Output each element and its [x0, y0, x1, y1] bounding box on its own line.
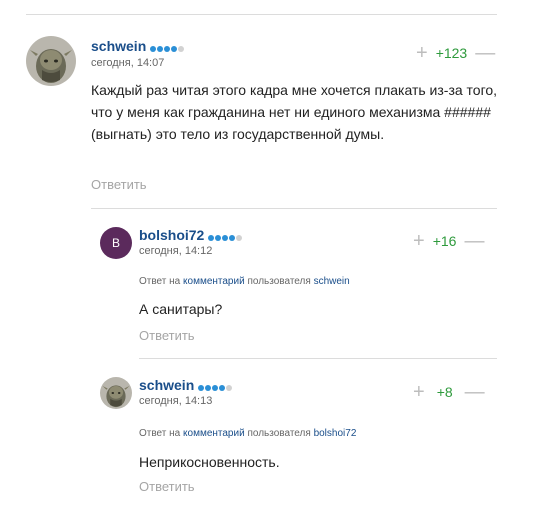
comment-score: +8 [436, 384, 453, 400]
comment-text: Неприкосновенность. [139, 454, 280, 470]
downvote-button[interactable]: — [475, 43, 495, 63]
rating-dot [150, 45, 157, 52]
rating-dot [219, 384, 226, 391]
comment-author[interactable]: bolshoi72 [139, 227, 243, 244]
avatar-letter: B [111, 236, 120, 250]
reply-mid: пользователя [247, 428, 311, 439]
parent-user-link[interactable]: bolshoi72 [314, 428, 357, 439]
author-name[interactable]: bolshoi72 [139, 227, 204, 243]
reply-prefix: Ответ на [139, 428, 181, 439]
rating-dot [226, 384, 233, 391]
upvote-button[interactable]: + [416, 43, 428, 63]
reply-button[interactable]: Ответить [91, 177, 147, 192]
upvote-button[interactable]: + [413, 382, 425, 402]
comment-divider [139, 358, 497, 359]
upvote-button[interactable]: + [413, 231, 425, 251]
comment-reply: B bolshoi72 сегодня, 14:12 + +16 — Ответ… [0, 210, 533, 360]
author-name[interactable]: schwein [139, 377, 194, 393]
reply-mid: пользователя [247, 276, 311, 287]
reply-prefix: Ответ на [139, 276, 181, 287]
rating-dots [208, 228, 243, 244]
comment-text: Каждый раз читая этого кадра мне хочется… [91, 82, 498, 142]
rating-dots [150, 39, 185, 55]
comment-text: А санитары? [139, 301, 223, 317]
vote-controls: + +16 — [413, 231, 484, 251]
author-name[interactable]: schwein [91, 38, 146, 54]
rating-dot [222, 234, 229, 241]
comment-time: сегодня, 14:12 [139, 245, 213, 257]
rating-dot [205, 384, 212, 391]
avatar[interactable] [100, 377, 132, 409]
comment-score: +16 [432, 233, 457, 249]
reply-to-line: Ответ на комментарий пользователя schwei… [139, 276, 350, 287]
vote-controls: + +8 — [413, 382, 485, 402]
rating-dot [236, 234, 243, 241]
rating-dot [229, 234, 236, 241]
comment-author[interactable]: schwein [91, 38, 185, 55]
avatar[interactable]: B [100, 227, 132, 259]
avatar[interactable] [26, 36, 76, 86]
comment-time: сегодня, 14:07 [91, 57, 165, 69]
rating-dot [171, 45, 178, 52]
reply-button[interactable]: Ответить [139, 328, 195, 343]
rating-dot [178, 45, 185, 52]
user-photo-icon [100, 377, 132, 409]
rating-dot [198, 384, 205, 391]
parent-user-link[interactable]: schwein [314, 276, 350, 287]
rating-dots [198, 378, 233, 394]
comment-score: +123 [435, 45, 468, 61]
vote-controls: + +123 — [416, 43, 495, 63]
comment-author[interactable]: schwein [139, 377, 233, 394]
downvote-button[interactable]: — [465, 382, 485, 402]
reply-to-line: Ответ на комментарий пользователя bolsho… [139, 428, 356, 439]
rating-dot [215, 234, 222, 241]
comment-time: сегодня, 14:13 [139, 395, 213, 407]
rating-dot [157, 45, 164, 52]
rating-dot [164, 45, 171, 52]
comment: schwein сегодня, 14:07 + +123 — Каждый р… [0, 0, 533, 200]
comment-divider [91, 208, 497, 209]
parent-comment-link[interactable]: комментарий [183, 428, 245, 439]
reply-button[interactable]: Ответить [139, 479, 195, 494]
rating-dot [212, 384, 219, 391]
comment-reply: schwein сегодня, 14:13 + +8 — Ответ на к… [0, 360, 533, 517]
user-photo-icon [26, 36, 76, 86]
rating-dot [208, 234, 215, 241]
downvote-button[interactable]: — [464, 231, 484, 251]
parent-comment-link[interactable]: комментарий [183, 276, 245, 287]
